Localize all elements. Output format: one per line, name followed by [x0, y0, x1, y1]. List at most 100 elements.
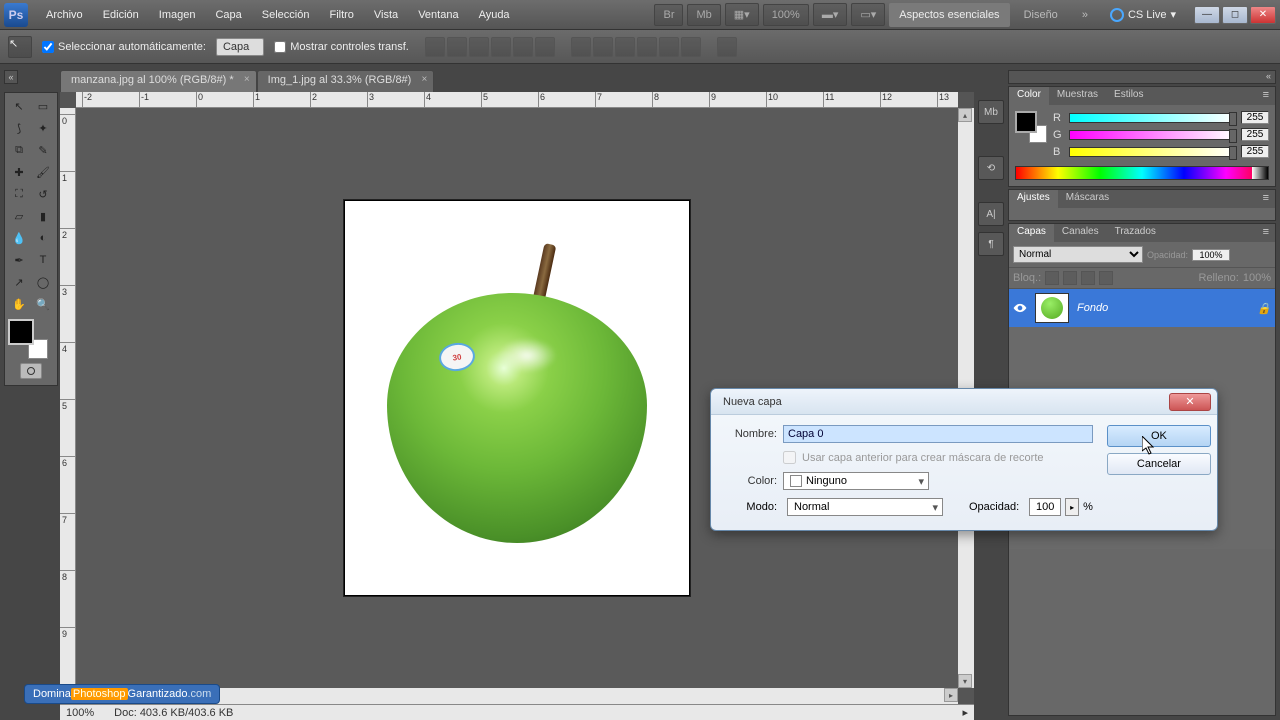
- align-top-icon[interactable]: [425, 37, 445, 57]
- layer-thumbnail[interactable]: [1035, 293, 1069, 323]
- scroll-up-button[interactable]: ▴: [958, 108, 972, 122]
- minibridge-button[interactable]: Mb: [687, 4, 720, 26]
- menu-archivo[interactable]: Archivo: [36, 3, 93, 27]
- menu-ventana[interactable]: Ventana: [408, 3, 468, 27]
- arrange-dropdown[interactable]: ▬▾: [813, 3, 848, 26]
- autoalign-icon[interactable]: [717, 37, 737, 57]
- layer-color-select[interactable]: Ninguno: [783, 472, 929, 490]
- b-value[interactable]: 255: [1241, 145, 1269, 158]
- cancel-button[interactable]: Cancelar: [1107, 453, 1211, 475]
- g-slider[interactable]: [1069, 130, 1235, 140]
- status-doc[interactable]: Doc: 403.6 KB/403.6 KB: [114, 707, 233, 719]
- document-tab-manzana[interactable]: manzana.jpg al 100% (RGB/8#) * ×: [60, 70, 257, 92]
- layer-name[interactable]: Fondo: [1073, 302, 1253, 314]
- document-tab-img1[interactable]: Img_1.jpg al 33.3% (RGB/8#) ×: [257, 70, 435, 92]
- color-spectrum[interactable]: [1015, 166, 1269, 180]
- layer-name-input[interactable]: [783, 425, 1093, 443]
- dist-left-icon[interactable]: [637, 37, 657, 57]
- dialog-close-button[interactable]: ✕: [1169, 393, 1211, 411]
- dist-hcenter-icon[interactable]: [659, 37, 679, 57]
- document-canvas[interactable]: 30: [344, 200, 690, 596]
- autoselect-check[interactable]: [42, 41, 54, 53]
- r-slider[interactable]: [1069, 113, 1235, 123]
- panel-icon-paragraph[interactable]: ¶: [978, 232, 1004, 256]
- panel-icon-character[interactable]: A|: [978, 202, 1004, 226]
- layers-panel-menu[interactable]: ≡: [1257, 224, 1275, 242]
- quick-select-tool[interactable]: ✦: [31, 117, 55, 139]
- shape-tool[interactable]: ◯: [31, 271, 55, 293]
- g-value[interactable]: 255: [1241, 128, 1269, 141]
- gradient-tool[interactable]: ▮: [31, 205, 55, 227]
- tab-paths[interactable]: Trazados: [1107, 224, 1164, 242]
- scroll-down-button[interactable]: ▾: [958, 674, 972, 688]
- tab-masks[interactable]: Máscaras: [1058, 190, 1117, 208]
- opacity-value[interactable]: 100%: [1192, 249, 1230, 261]
- marquee-tool[interactable]: ▭: [31, 95, 55, 117]
- dodge-tool[interactable]: ◐: [31, 227, 55, 249]
- panels-collapse[interactable]: «: [1008, 70, 1276, 84]
- layer-row-fondo[interactable]: Fondo 🔒: [1009, 289, 1275, 327]
- show-transform-checkbox[interactable]: Mostrar controles transf.: [274, 41, 409, 53]
- quickmask-toggle[interactable]: [20, 363, 42, 379]
- zoom-dropdown[interactable]: 100%: [763, 4, 809, 26]
- healing-tool[interactable]: ✚: [7, 161, 31, 183]
- type-tool[interactable]: T: [31, 249, 55, 271]
- tab-adjustments[interactable]: Ajustes: [1009, 190, 1058, 208]
- menu-capa[interactable]: Capa: [205, 3, 251, 27]
- menu-filtro[interactable]: Filtro: [319, 3, 363, 27]
- lasso-tool[interactable]: ⟆: [7, 117, 31, 139]
- bridge-button[interactable]: Br: [654, 4, 683, 26]
- align-vcenter-icon[interactable]: [447, 37, 467, 57]
- brush-tool[interactable]: 🖌: [31, 161, 55, 183]
- r-value[interactable]: 255: [1241, 111, 1269, 124]
- lock-pixels-icon[interactable]: [1063, 271, 1077, 285]
- align-bottom-icon[interactable]: [469, 37, 489, 57]
- align-right-icon[interactable]: [535, 37, 555, 57]
- opacity-stepper[interactable]: ▸: [1065, 498, 1079, 516]
- tab-close-icon[interactable]: ×: [244, 74, 250, 85]
- move-tool[interactable]: ↖: [7, 95, 31, 117]
- menu-ayuda[interactable]: Ayuda: [469, 3, 520, 27]
- tab-layers[interactable]: Capas: [1009, 224, 1054, 242]
- eraser-tool[interactable]: ▱: [7, 205, 31, 227]
- window-close[interactable]: ✕: [1250, 6, 1276, 24]
- status-zoom[interactable]: 100%: [66, 707, 94, 719]
- history-brush-tool[interactable]: ↺: [31, 183, 55, 205]
- dist-top-icon[interactable]: [571, 37, 591, 57]
- workspace-more[interactable]: »: [1072, 3, 1098, 27]
- color-panel-menu[interactable]: ≡: [1257, 87, 1275, 105]
- dist-right-icon[interactable]: [681, 37, 701, 57]
- align-left-icon[interactable]: [491, 37, 511, 57]
- panel-icon-history[interactable]: ⟲: [978, 156, 1004, 180]
- show-transform-check[interactable]: [274, 41, 286, 53]
- tab-close-icon[interactable]: ×: [422, 74, 428, 85]
- zoom-tool[interactable]: 🔍: [31, 293, 55, 315]
- color-fg-swatch[interactable]: [1015, 111, 1037, 133]
- crop-tool[interactable]: ⧉: [7, 139, 31, 161]
- lock-transparency-icon[interactable]: [1045, 271, 1059, 285]
- autoselect-target-select[interactable]: Capa: [216, 38, 264, 56]
- foreground-swatch[interactable]: [8, 319, 34, 345]
- workspace-design[interactable]: Diseño: [1014, 3, 1068, 27]
- workspace-essentials[interactable]: Aspectos esenciales: [889, 3, 1009, 27]
- lock-all-icon[interactable]: [1099, 271, 1113, 285]
- color-fgbg-swatch[interactable]: [1015, 111, 1047, 143]
- path-select-tool[interactable]: ↗: [7, 271, 31, 293]
- window-maximize[interactable]: ◻: [1222, 6, 1248, 24]
- align-hcenter-icon[interactable]: [513, 37, 533, 57]
- dialog-opacity-input[interactable]: [1029, 498, 1061, 516]
- foreground-background-colors[interactable]: [8, 319, 54, 359]
- blur-tool[interactable]: 💧: [7, 227, 31, 249]
- dialog-titlebar[interactable]: Nueva capa ✕: [711, 389, 1217, 415]
- ok-button[interactable]: OK: [1107, 425, 1211, 447]
- tab-swatches[interactable]: Muestras: [1049, 87, 1106, 105]
- layer-mode-select[interactable]: Normal: [787, 498, 943, 516]
- layer-visibility-icon[interactable]: [1009, 301, 1031, 315]
- menu-imagen[interactable]: Imagen: [149, 3, 206, 27]
- tab-color[interactable]: Color: [1009, 87, 1049, 105]
- view-extras-dropdown[interactable]: ▦▾: [725, 3, 759, 26]
- tabstrip-expand[interactable]: «: [4, 70, 18, 84]
- dist-bottom-icon[interactable]: [615, 37, 635, 57]
- lock-position-icon[interactable]: [1081, 271, 1095, 285]
- blend-mode-select[interactable]: Normal: [1013, 246, 1143, 263]
